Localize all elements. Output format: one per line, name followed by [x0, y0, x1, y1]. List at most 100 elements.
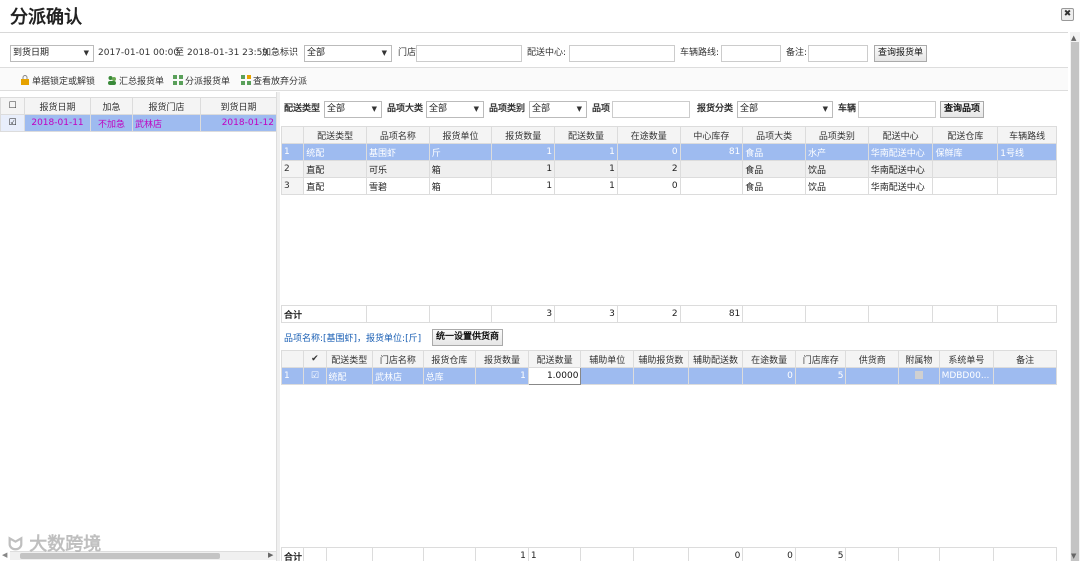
- dist-type-select[interactable]: 全部 ▼: [324, 101, 382, 118]
- item-input[interactable]: [612, 101, 690, 118]
- cell: 1: [491, 160, 556, 178]
- col-order-store[interactable]: 报货门店: [132, 97, 201, 115]
- col-warehouse[interactable]: 配送仓库: [932, 126, 999, 144]
- table-row[interactable]: 2 直配 可乐 箱 1 1 2 食品 饮品 华南配送中心: [280, 160, 1057, 178]
- col-dist-type[interactable]: 配送类型: [303, 126, 367, 144]
- cell: 可乐: [365, 160, 430, 178]
- route-label: 车辆路线:: [680, 48, 720, 58]
- date-type-value: 到货日期: [13, 48, 50, 58]
- select-all-checkbox[interactable]: ☐: [0, 97, 25, 115]
- col-store-name[interactable]: 门店名称: [372, 350, 424, 368]
- subcategory-label: 品项类别: [489, 104, 526, 114]
- chevron-down-icon: ▼: [381, 49, 387, 57]
- order-class-value: 全部: [740, 104, 759, 114]
- col-item-name[interactable]: 品项名称: [365, 126, 430, 144]
- vertical-scrollbar[interactable]: [1070, 32, 1080, 561]
- col-dist-type[interactable]: 配送类型: [325, 350, 374, 368]
- subcategory-value: 全部: [532, 104, 551, 114]
- col-order-qty[interactable]: 报货数量: [491, 126, 556, 144]
- col-arrive-date[interactable]: 到货日期: [200, 97, 277, 115]
- summarize-orders-button[interactable]: 汇总报货单: [107, 74, 164, 87]
- dc-input[interactable]: [569, 45, 675, 62]
- col-rownum: [280, 350, 305, 368]
- col-dist-qty[interactable]: 配送数量: [554, 126, 618, 144]
- col-dist-qty[interactable]: 配送数量: [527, 350, 582, 368]
- distribute-orders-label: 分派报货单: [185, 77, 231, 87]
- vehicle-input[interactable]: [858, 101, 936, 118]
- distribute-orders-button[interactable]: 分派报货单: [173, 74, 230, 87]
- table-row[interactable]: 3 直配 雪碧 箱 1 1 0 食品 饮品 华南配送中心: [280, 177, 1057, 195]
- total-transit-qty: 2: [616, 305, 681, 323]
- col-aux-dist[interactable]: 辅助配送数: [687, 350, 744, 368]
- cell-note: [993, 367, 1057, 385]
- cell: 1: [554, 143, 618, 161]
- cell: [303, 305, 367, 323]
- end-date[interactable]: 2018-01-31 23:59: [187, 45, 268, 62]
- col-order-qty[interactable]: 报货数量: [475, 350, 529, 368]
- row-checkbox[interactable]: ☑: [303, 367, 327, 385]
- table-row[interactable]: 1 ☑ 统配 武林店 总库 1 1.0000 0 5 MDBD00...: [280, 367, 1057, 385]
- scroll-down-icon[interactable]: ▼: [1071, 552, 1076, 560]
- cell: 0: [616, 177, 681, 195]
- close-icon[interactable]: ✖: [1061, 8, 1074, 21]
- chevron-down-icon: ▼: [371, 105, 377, 113]
- urgent-select[interactable]: 全部 ▼: [304, 45, 392, 62]
- cell: 斤: [428, 143, 493, 161]
- scroll-up-icon[interactable]: ▲: [1071, 34, 1076, 42]
- row-checkbox[interactable]: ☑: [0, 114, 25, 132]
- view-abandoned-button[interactable]: 查看放弃分派: [241, 74, 307, 87]
- col-order-unit[interactable]: 报货单位: [428, 126, 493, 144]
- col-note[interactable]: 备注: [993, 350, 1057, 368]
- cell: 1号线: [997, 143, 1057, 161]
- col-system-no[interactable]: 系统单号: [938, 350, 995, 368]
- cell: [679, 177, 744, 195]
- scrollbar-thumb[interactable]: [1071, 42, 1079, 561]
- table-row[interactable]: ☑ 2018-01-11 不加急 武林店 2018-01-12: [0, 114, 277, 132]
- subcategory-select[interactable]: 全部 ▼: [529, 101, 587, 118]
- col-dc[interactable]: 配送中心: [867, 126, 934, 144]
- col-store-stock[interactable]: 门店库存: [794, 350, 847, 368]
- cell: 直配: [303, 160, 367, 178]
- query-orders-button[interactable]: 查询报货单: [874, 45, 928, 62]
- scroll-right-icon[interactable]: ▶: [268, 551, 273, 559]
- table-row[interactable]: 1 统配 基围虾 斤 1 1 0 81 食品 水产 华南配送中心 保鲜库 1号线: [280, 143, 1057, 161]
- route-input[interactable]: [721, 45, 781, 62]
- note-input[interactable]: [808, 45, 868, 62]
- set-supplier-button[interactable]: 统一设置供货商: [432, 329, 504, 346]
- col-urgent[interactable]: 加急: [90, 97, 133, 115]
- col-supplier[interactable]: 供货商: [845, 350, 900, 368]
- cell: [997, 177, 1057, 195]
- scroll-left-icon[interactable]: ◀: [2, 551, 7, 559]
- panel-splitter[interactable]: [276, 92, 280, 561]
- select-all-checkbox[interactable]: ✔: [303, 350, 327, 368]
- col-order-wh[interactable]: 报货仓库: [422, 350, 477, 368]
- query-items-button[interactable]: 查询品项: [940, 101, 985, 118]
- col-attachment[interactable]: 附属物: [898, 350, 940, 368]
- col-category[interactable]: 品项大类: [742, 126, 806, 144]
- col-transit-qty[interactable]: 在途数量: [742, 350, 796, 368]
- col-order-date[interactable]: 报货日期: [24, 97, 91, 115]
- start-date[interactable]: 2017-01-01 00:00: [98, 45, 179, 62]
- detail-header-row: ✔ 配送类型 门店名称 报货仓库 报货数量 配送数量 辅助单位 辅助报货数 辅助…: [280, 350, 1057, 368]
- date-type-select[interactable]: 到货日期 ▼: [10, 45, 94, 62]
- col-route[interactable]: 车辆路线: [997, 126, 1057, 144]
- cell: 华南配送中心: [867, 160, 934, 178]
- cell-supplier[interactable]: [845, 367, 900, 385]
- cell: 箱: [428, 177, 493, 195]
- total-stock-a: 0: [742, 547, 796, 561]
- title-divider: [0, 32, 1068, 33]
- col-aux-order[interactable]: 辅助报货数: [633, 350, 689, 368]
- col-center-stock[interactable]: 中心库存: [679, 126, 744, 144]
- store-input[interactable]: [416, 45, 522, 62]
- cell-store-name: 武林店: [372, 367, 424, 385]
- cell: [742, 305, 806, 323]
- order-class-select[interactable]: 全部 ▼: [737, 101, 833, 118]
- col-aux-unit[interactable]: 辅助单位: [580, 350, 635, 368]
- dist-qty-input[interactable]: 1.0000: [527, 367, 582, 385]
- lock-unlock-button[interactable]: 单据锁定或解锁: [20, 74, 95, 87]
- attachment-checkbox[interactable]: [898, 367, 940, 385]
- col-subcategory[interactable]: 品项类别: [805, 126, 869, 144]
- category-select[interactable]: 全部 ▼: [426, 101, 484, 118]
- col-transit-qty[interactable]: 在途数量: [616, 126, 681, 144]
- cell: 81: [679, 143, 744, 161]
